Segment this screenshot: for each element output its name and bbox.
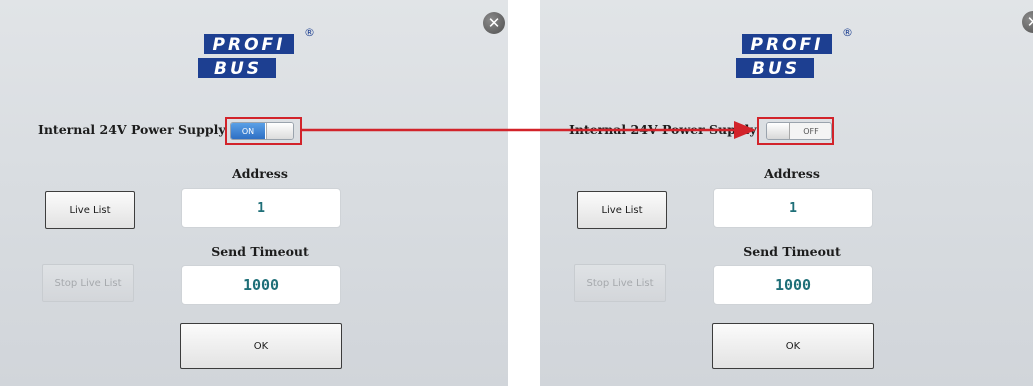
ok-button[interactable]: OK — [712, 323, 874, 369]
svg-text:BUS: BUS — [752, 59, 800, 79]
send-timeout-field[interactable]: 1000 — [713, 265, 873, 305]
power-supply-label: Internal 24V Power Supply — [569, 122, 757, 137]
svg-text:BUS: BUS — [214, 59, 262, 79]
live-list-button[interactable]: Live List — [45, 191, 135, 229]
settings-dialog-before: ✕ PROFI BUS ® Internal 24V Power Supply … — [0, 0, 508, 386]
svg-text:PROFI: PROFI — [213, 35, 286, 55]
stop-live-list-button[interactable]: Stop Live List — [574, 264, 666, 302]
address-label: Address — [232, 166, 288, 181]
live-list-button[interactable]: Live List — [577, 191, 667, 229]
address-field[interactable]: 1 — [181, 188, 341, 228]
send-timeout-label: Send Timeout — [743, 244, 841, 259]
profibus-logo: PROFI BUS ® — [198, 26, 315, 79]
send-timeout-field[interactable]: 1000 — [181, 265, 341, 305]
close-icon[interactable]: ✕ — [483, 12, 505, 34]
svg-text:®: ® — [842, 26, 853, 39]
address-field[interactable]: 1 — [713, 188, 873, 228]
toggle-on-highlight — [225, 117, 302, 145]
profibus-logo: PROFI BUS ® — [736, 26, 853, 79]
address-label: Address — [764, 166, 820, 181]
svg-text:®: ® — [304, 26, 315, 39]
send-timeout-label: Send Timeout — [211, 244, 309, 259]
svg-text:PROFI: PROFI — [751, 35, 824, 55]
settings-dialog-after: ✕ PROFI BUS ® Internal 24V Power Supply … — [540, 0, 1033, 386]
ok-button[interactable]: OK — [180, 323, 342, 369]
stop-live-list-button[interactable]: Stop Live List — [42, 264, 134, 302]
toggle-off-highlight — [757, 117, 834, 145]
close-icon[interactable]: ✕ — [1022, 11, 1033, 33]
power-supply-label: Internal 24V Power Supply — [38, 122, 226, 137]
